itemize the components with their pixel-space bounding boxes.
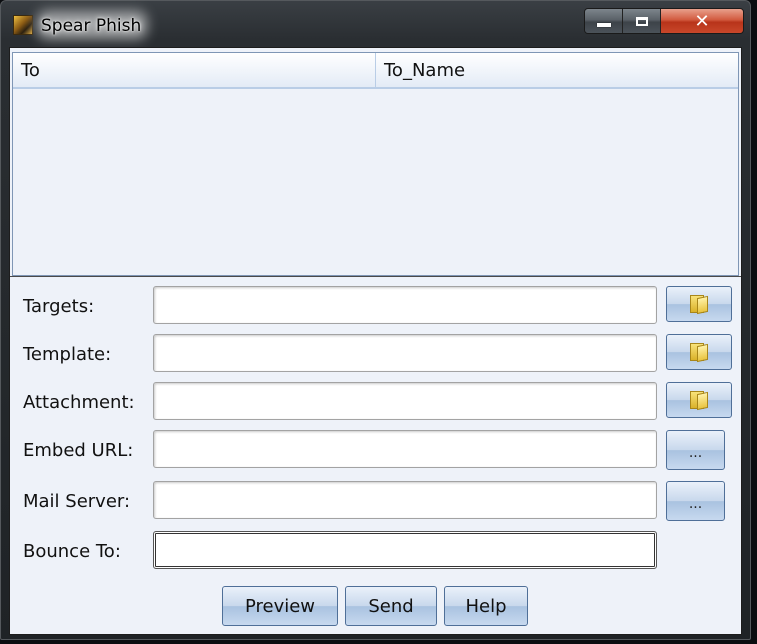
embed-url-input[interactable] [153,430,657,468]
mail-server-row: Mail Server: ... [10,481,741,521]
attachment-input[interactable] [153,382,657,420]
template-input[interactable] [153,334,657,372]
table-header: To To_Name [13,53,738,89]
send-button[interactable]: Send [345,586,437,626]
template-row: Template: [10,334,741,374]
column-header-to[interactable]: To [13,53,376,87]
close-icon: ✕ [694,10,710,32]
folder-icon [688,389,710,411]
embed-url-label: Embed URL: [23,440,134,461]
maximize-button[interactable] [623,9,661,33]
bounce-to-input[interactable] [153,531,657,569]
divider [10,276,741,277]
targets-browse-button[interactable] [666,286,732,322]
close-button[interactable]: ✕ [661,9,743,33]
folder-icon [688,293,710,315]
title-bar[interactable]: Spear Phish ✕ [1,1,750,47]
targets-label: Targets: [23,296,95,317]
bounce-to-label: Bounce To: [23,541,121,562]
template-label: Template: [23,344,112,365]
mail-server-options-button[interactable]: ... [666,481,725,521]
attachment-browse-button[interactable] [666,382,732,418]
column-header-to-name[interactable]: To_Name [376,53,738,87]
mail-server-input[interactable] [153,481,657,519]
template-browse-button[interactable] [666,334,732,370]
minimize-icon [596,23,611,27]
embed-url-row: Embed URL: ... [10,430,741,470]
maximize-icon [635,16,648,26]
help-button[interactable]: Help [444,586,528,626]
dialog-content: To To_Name Targets: Template: Attachment… [9,47,742,635]
window-title: Spear Phish [41,16,142,36]
preview-button[interactable]: Preview [222,586,338,626]
folder-icon [688,341,710,363]
mail-server-label: Mail Server: [23,491,131,512]
recipients-table[interactable]: To To_Name [12,52,739,276]
targets-row: Targets: [10,286,741,326]
action-buttons: Preview Send Help [10,586,741,626]
embed-url-options-button[interactable]: ... [666,430,725,470]
caption-buttons: ✕ [584,8,744,34]
attachment-label: Attachment: [23,392,135,413]
minimize-button[interactable] [585,9,623,33]
bounce-to-row: Bounce To: [10,531,741,571]
app-icon [13,15,33,35]
targets-input[interactable] [153,286,657,324]
spear-phish-window: Spear Phish ✕ To To_Name Targets: Templa… [0,0,751,640]
attachment-row: Attachment: [10,382,741,422]
